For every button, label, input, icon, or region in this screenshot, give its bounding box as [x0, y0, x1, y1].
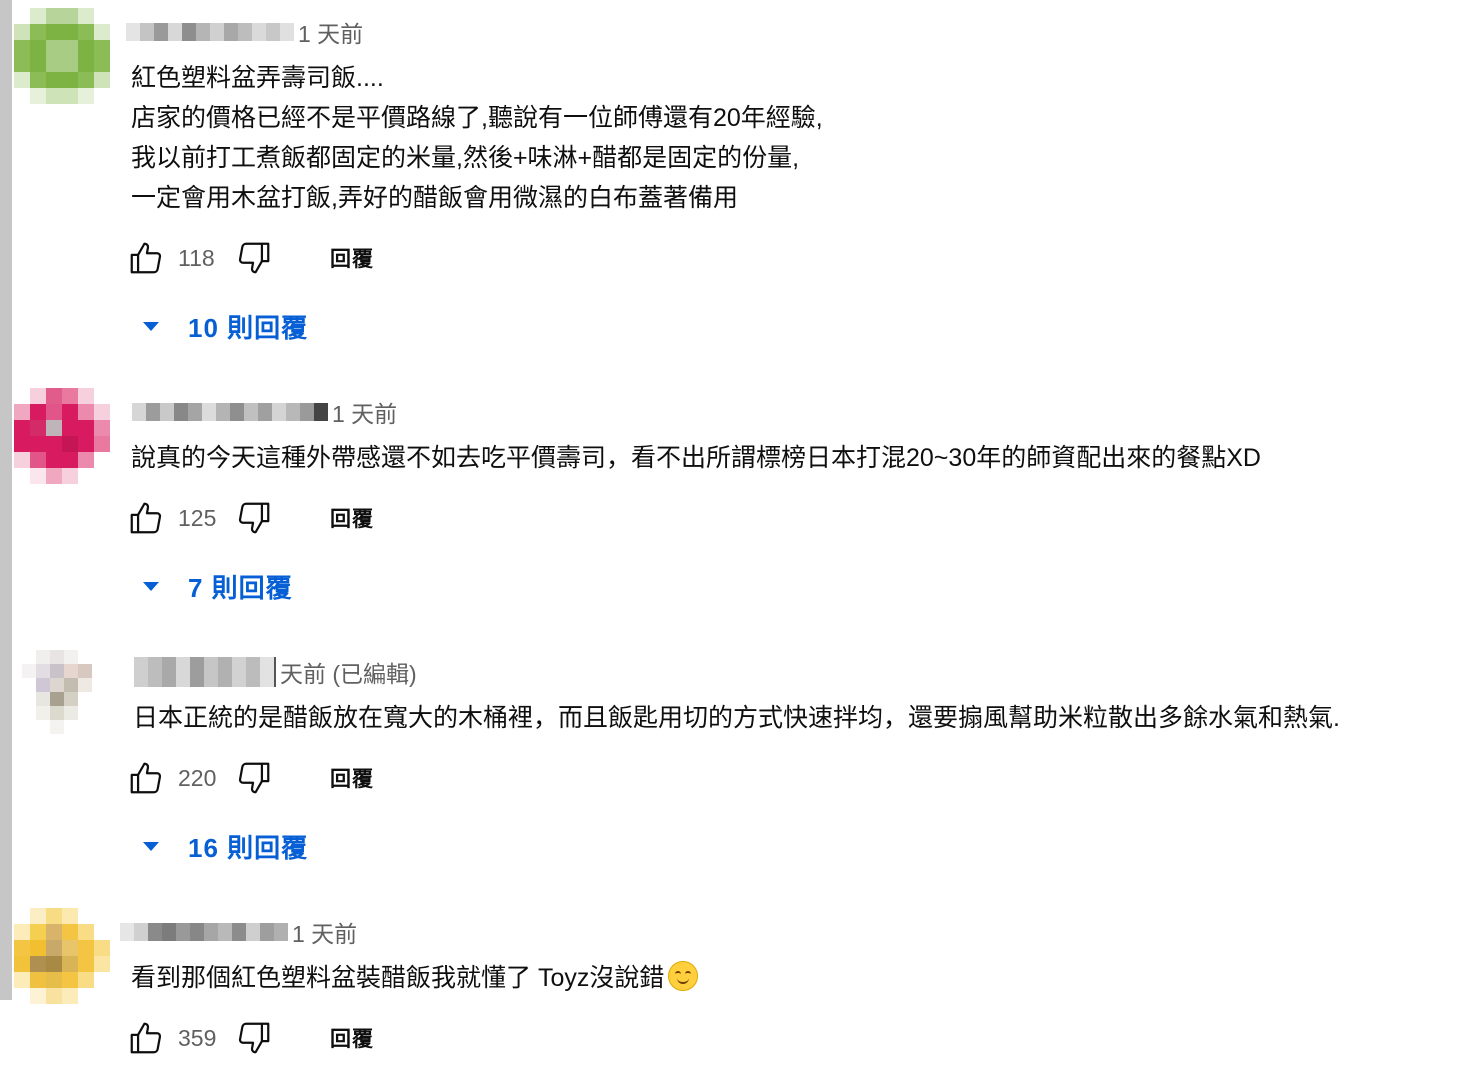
thumbs-down-icon — [238, 762, 270, 794]
like-button[interactable] — [126, 498, 166, 538]
author-name-redacted[interactable] — [120, 923, 288, 941]
replies-count-label: 7 則回覆 — [188, 572, 293, 603]
comment-line: 看到那個紅色塑料盆裝醋飯我就懂了 Toyz沒說錯 — [131, 958, 699, 998]
avatar[interactable] — [22, 650, 118, 746]
reply-button[interactable]: 回覆 — [330, 1023, 374, 1053]
reply-button[interactable]: 回覆 — [330, 243, 374, 273]
comment-text: 看到那個紅色塑料盆裝醋飯我就懂了 Toyz沒說錯 — [131, 958, 699, 998]
author-name-redacted[interactable] — [126, 23, 294, 41]
author-name-redacted[interactable] — [134, 657, 276, 687]
avatar[interactable] — [14, 908, 110, 1004]
thumbs-up-icon — [130, 1022, 162, 1054]
caret-down-icon — [143, 842, 159, 851]
comment-timestamp[interactable]: 天前 (已編輯) — [280, 655, 417, 689]
dislike-button[interactable] — [234, 238, 274, 278]
comment-line: 一定會用木盆打飯,弄好的醋飯會用微濕的白布蓋著備用 — [131, 184, 738, 212]
caret-down-icon — [143, 582, 159, 591]
dislike-button[interactable] — [234, 758, 274, 798]
like-button[interactable] — [126, 758, 166, 798]
comment-timestamp[interactable]: 1 天前 — [298, 15, 363, 49]
thumbs-down-icon — [238, 242, 270, 274]
like-count: 220 — [178, 764, 217, 791]
comment-line: 我以前打工煮飯都固定的米量,然後+味淋+醋都是固定的份量, — [131, 144, 800, 172]
comment-line: 日本正統的是醋飯放在寬大的木桶裡，而且飯匙用切的方式快速拌均，還要搧風幫助米粒散… — [133, 704, 1340, 732]
replies-count-label: 10 則回覆 — [188, 312, 309, 343]
comment-actions: 118 回覆 — [126, 238, 374, 278]
comment-text: 說真的今天這種外帶感還不如去吃平價壽司，看不出所謂標榜日本打混20~30年的師資… — [131, 438, 1261, 478]
caret-down-icon — [143, 322, 159, 331]
avatar[interactable] — [14, 8, 110, 104]
view-replies-button[interactable]: 7 則回覆 — [140, 566, 293, 606]
comment-line: 說真的今天這種外帶感還不如去吃平價壽司，看不出所謂標榜日本打混20~30年的師資… — [131, 444, 1261, 472]
comment-timestamp[interactable]: 1 天前 — [292, 915, 357, 949]
avatar[interactable] — [14, 388, 110, 484]
author-line: 1 天前 — [126, 15, 363, 49]
like-count: 125 — [178, 504, 217, 531]
dislike-button[interactable] — [234, 498, 274, 538]
like-count: 359 — [178, 1024, 217, 1051]
thumbs-down-icon — [238, 1022, 270, 1054]
comment-text: 紅色塑料盆弄壽司飯.... 店家的價格已經不是平價路線了,聽說有一位師傅還有20… — [131, 58, 823, 218]
author-line: 天前 (已編輯) — [134, 655, 417, 689]
left-scroll-rail — [0, 0, 12, 1000]
replies-count-label: 16 則回覆 — [188, 832, 309, 863]
comment-actions: 125 回覆 — [126, 498, 374, 538]
comment-actions: 359 回覆 — [126, 1018, 374, 1058]
view-replies-button[interactable]: 16 則回覆 — [140, 826, 308, 866]
comment-line: 店家的價格已經不是平價路線了,聽說有一位師傅還有20年經驗, — [131, 104, 823, 132]
comment-line: 紅色塑料盆弄壽司飯.... — [131, 64, 384, 92]
comment-actions: 220 回覆 — [126, 758, 374, 798]
thumbs-up-icon — [130, 762, 162, 794]
smiling-face-emoji-icon — [668, 961, 699, 991]
comment-timestamp[interactable]: 1 天前 — [332, 395, 397, 429]
like-button[interactable] — [126, 1018, 166, 1058]
comment-line-text: 看到那個紅色塑料盆裝醋飯我就懂了 Toyz沒說錯 — [131, 964, 665, 992]
author-name-redacted[interactable] — [132, 403, 328, 421]
reply-button[interactable]: 回覆 — [330, 503, 374, 533]
thumbs-down-icon — [238, 502, 270, 534]
thumbs-up-icon — [130, 502, 162, 534]
dislike-button[interactable] — [234, 1018, 274, 1058]
author-line: 1 天前 — [120, 915, 357, 949]
comment-text: 日本正統的是醋飯放在寬大的木桶裡，而且飯匙用切的方式快速拌均，還要搧風幫助米粒散… — [133, 698, 1340, 738]
view-replies-button[interactable]: 10 則回覆 — [140, 306, 308, 346]
thumbs-up-icon — [130, 242, 162, 274]
like-button[interactable] — [126, 238, 166, 278]
reply-button[interactable]: 回覆 — [330, 763, 374, 793]
like-count: 118 — [178, 244, 215, 271]
author-line: 1 天前 — [132, 395, 397, 429]
